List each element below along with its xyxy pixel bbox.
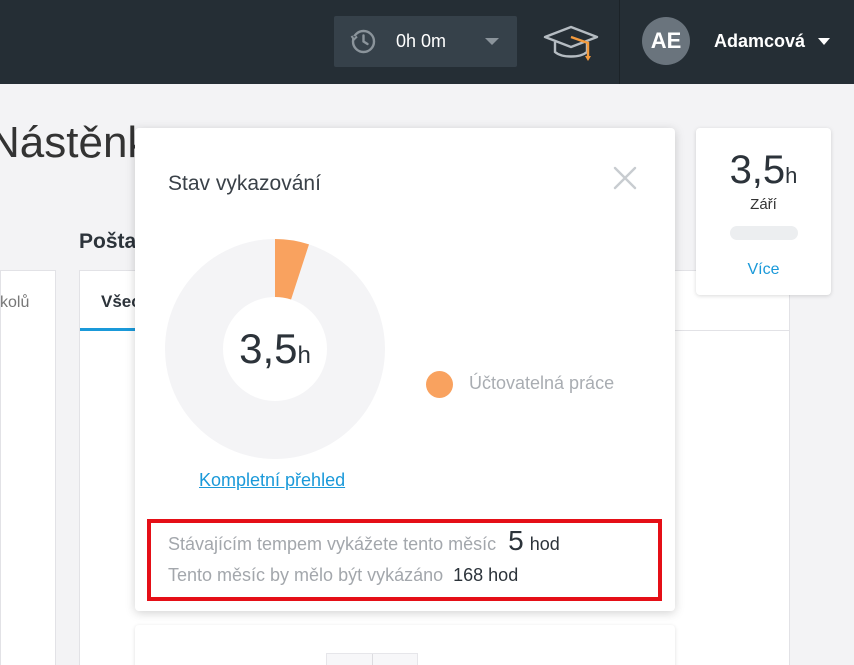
expected-unit: hod (488, 565, 519, 585)
reporting-status-popup: Stav vykazování 3,5 h Účtovatelná práce K… (135, 128, 675, 611)
active-tab-indicator (80, 328, 138, 331)
topbar-divider (619, 0, 620, 84)
chevron-down-icon (485, 38, 499, 45)
summary-month: Září (750, 196, 777, 213)
left-card (0, 270, 56, 665)
billable-donut-chart (165, 239, 385, 459)
expected-value: 168 (453, 565, 484, 585)
full-overview-link[interactable]: Kompletní přehled (199, 470, 345, 491)
clock-icon (350, 29, 376, 54)
pace-row: Stávajícím tempem vykážete tento měsíc 5… (168, 525, 560, 557)
chevron-down-icon[interactable] (818, 38, 830, 45)
summary-unit: h (785, 163, 798, 188)
pace-value: 5 (508, 525, 524, 556)
more-link[interactable]: Více (696, 261, 831, 279)
left-card-tab[interactable]: kolů (0, 294, 29, 312)
expected-row: Tento měsíc by mělo být vykázáno 168 hod (168, 565, 518, 586)
summary-number: 3,5 (729, 148, 786, 192)
popup-title: Stav vykazování (168, 172, 321, 195)
close-icon[interactable] (612, 165, 638, 191)
user-name[interactable]: Adamcová (714, 31, 805, 52)
section-title: Pošta (79, 230, 137, 253)
summary-progress-bar (730, 226, 798, 240)
pace-label: Stávajícím tempem vykážete tento měsíc (168, 534, 497, 554)
graduation-cap-icon[interactable] (542, 20, 600, 64)
hours-summary-card: 3,5h Září Více (696, 128, 831, 295)
timer-value: 0h 0m (396, 31, 447, 51)
segmented-control[interactable] (326, 653, 418, 665)
time-tracker-dropdown[interactable]: 0h 0m (334, 16, 517, 67)
pace-unit: hod (529, 534, 560, 554)
legend-label-billable: Účtovatelná práce (469, 373, 615, 393)
avatar[interactable]: AE (642, 17, 690, 65)
expected-label: Tento měsíc by mělo být vykázáno (168, 565, 444, 585)
legend-dot-billable (426, 371, 453, 398)
bottom-card (135, 625, 675, 665)
summary-value: 3,5h (696, 148, 831, 193)
top-bar: 0h 0m AE Adamcová (0, 0, 854, 84)
